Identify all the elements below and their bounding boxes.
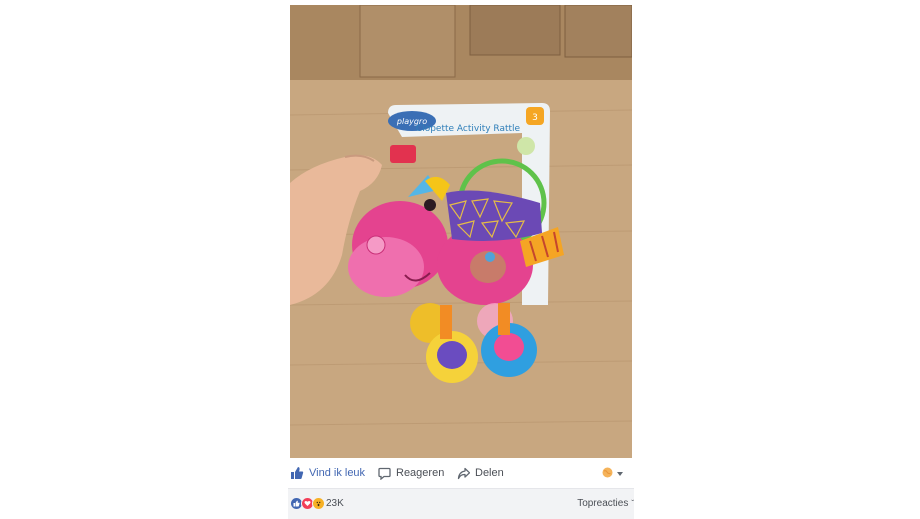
share-arrow-icon [457, 467, 470, 480]
post-photo[interactable]: playgro Clopette Activity Rattle 3 [290, 5, 632, 458]
globe-icon [602, 467, 613, 481]
like-button[interactable]: Vind ik leuk [290, 466, 365, 480]
sort-label: Topreacties [577, 498, 629, 509]
like-label: Vind ik leuk [309, 467, 366, 479]
reaction-count[interactable]: 23K [326, 498, 344, 509]
share-button[interactable]: Delen [457, 467, 504, 480]
reaction-icons[interactable] [290, 497, 325, 510]
sort-reactions-button[interactable]: Topreacties ˇ [577, 498, 634, 509]
post-action-bar: Vind ik leuk Reageren Delen [290, 458, 632, 488]
feed-post: playgro Clopette Activity Rattle 3 Vind … [288, 5, 634, 519]
reactions-summary: 23K Topreacties ˇ [288, 488, 634, 519]
chevron-down-icon [617, 472, 623, 476]
comment-icon [378, 467, 391, 480]
audience-selector[interactable] [602, 467, 623, 481]
thumbs-up-icon [290, 466, 304, 480]
caret-icon: ˇ [631, 499, 634, 508]
comment-button[interactable]: Reageren [378, 467, 444, 480]
wow-reaction-icon [312, 497, 325, 510]
package-title: Clopette Activity Rattle [416, 124, 521, 134]
comment-label: Reageren [396, 467, 445, 479]
package-age: 3 [532, 113, 538, 123]
share-label: Delen [475, 467, 504, 479]
